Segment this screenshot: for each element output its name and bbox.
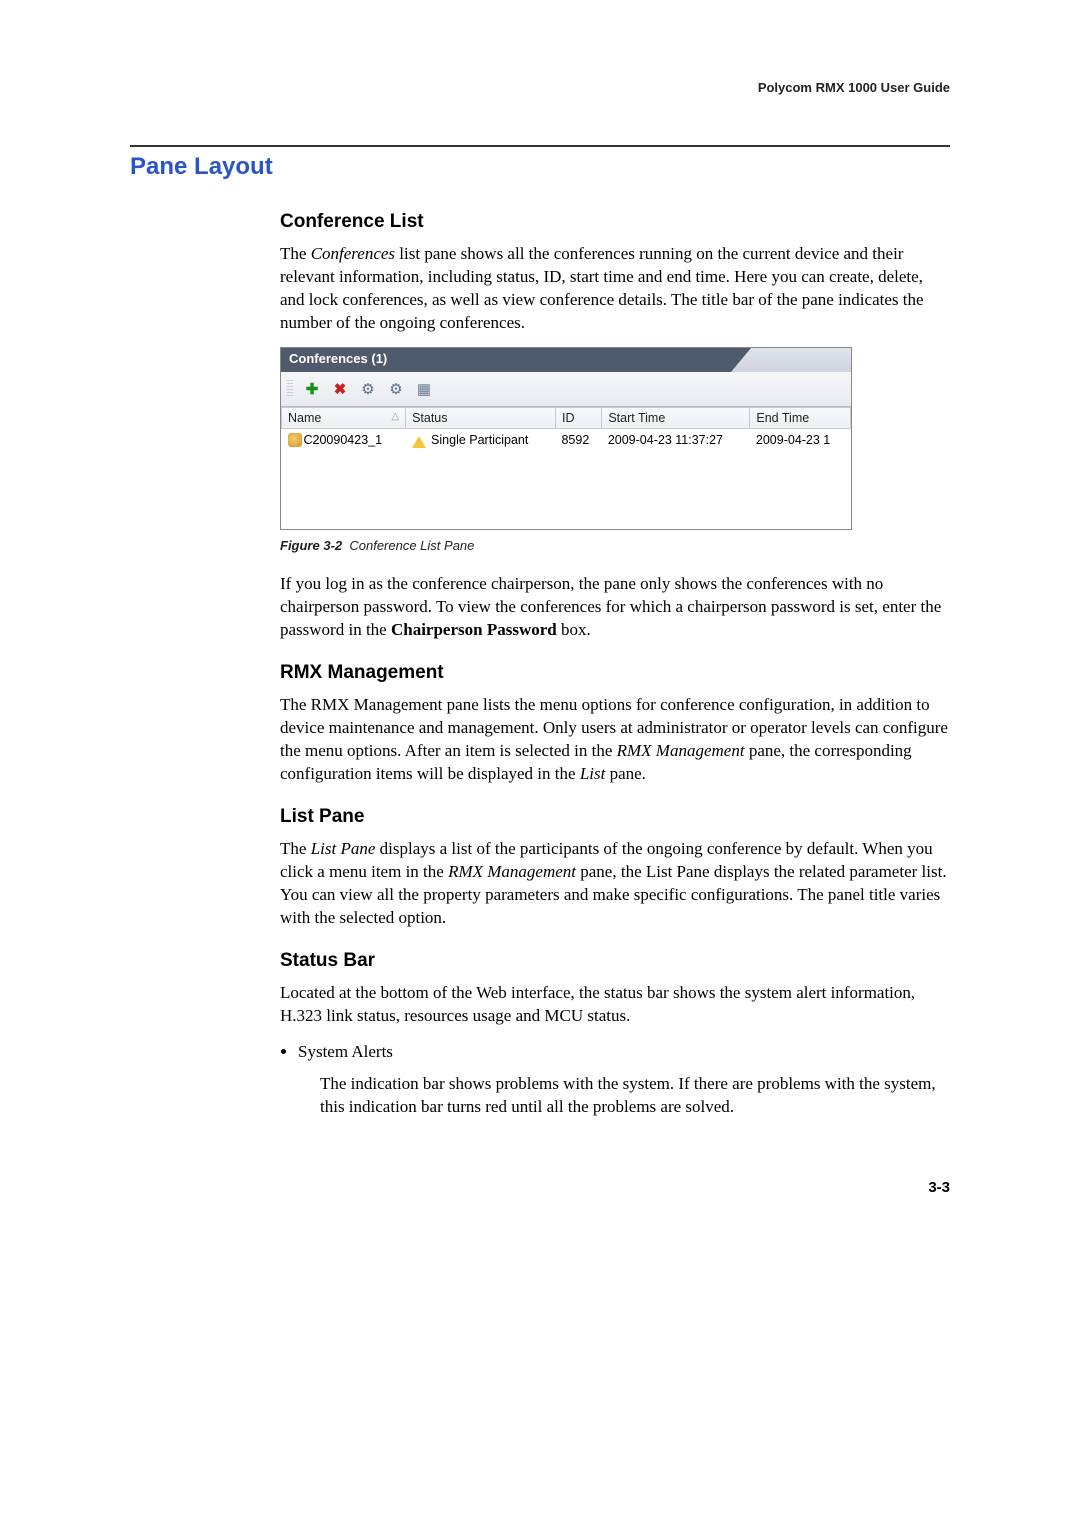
heading-conference-list: Conference List	[280, 211, 950, 233]
page-number: 3-3	[130, 1179, 950, 1196]
warning-icon	[412, 436, 426, 448]
col-name[interactable]: Name△	[282, 407, 406, 428]
para-status-bar: Located at the bottom of the Web interfa…	[280, 982, 950, 1028]
col-end[interactable]: End Time	[750, 407, 851, 428]
conference-pane-titlebar: Conferences (1)	[281, 348, 851, 372]
col-start[interactable]: Start Time	[602, 407, 750, 428]
layout-icon[interactable]: ▦	[415, 380, 433, 398]
toolbar-grip-icon	[287, 380, 293, 398]
para-system-alerts-body: The indication bar shows problems with t…	[320, 1073, 950, 1119]
col-id[interactable]: ID	[555, 407, 601, 428]
conference-pane-title: Conferences (1)	[281, 348, 731, 372]
sort-indicator-icon: △	[391, 411, 399, 422]
header-rule	[130, 145, 950, 147]
cell-start: 2009-04-23 11:37:27	[602, 428, 750, 451]
figure-caption: Figure 3-2 Conference List Pane	[280, 538, 950, 553]
conference-table: Name△ Status ID Start Time End Time C200…	[281, 407, 851, 530]
cell-name: C20090423_1	[304, 433, 383, 447]
heading-rmx-management: RMX Management	[280, 662, 950, 684]
conference-settings2-icon[interactable]: ⚙	[387, 380, 405, 398]
heading-list-pane: List Pane	[280, 806, 950, 828]
table-row[interactable]: C20090423_1 Single Participant 8592 2009…	[282, 428, 851, 451]
conference-settings-icon[interactable]: ⚙	[359, 380, 377, 398]
section-title: Pane Layout	[130, 153, 950, 181]
para-rmx-management: The RMX Management pane lists the menu o…	[280, 694, 950, 786]
table-header-row: Name△ Status ID Start Time End Time	[282, 407, 851, 428]
add-conference-icon[interactable]: ✚	[303, 380, 321, 398]
para-conference-list: The Conferences list pane shows all the …	[280, 243, 950, 335]
col-status[interactable]: Status	[406, 407, 556, 428]
running-header: Polycom RMX 1000 User Guide	[130, 80, 950, 95]
bullet-system-alerts: System Alerts	[298, 1040, 950, 1064]
para-conference-list-2: If you log in as the conference chairper…	[280, 573, 950, 642]
cell-status: Single Participant	[431, 433, 528, 447]
heading-status-bar: Status Bar	[280, 950, 950, 972]
cell-id: 8592	[555, 428, 601, 451]
delete-conference-icon[interactable]: ✖	[331, 380, 349, 398]
conference-icon	[288, 433, 302, 447]
conference-toolbar: ✚ ✖ ⚙ ⚙ ▦	[281, 372, 851, 407]
table-empty-space	[282, 451, 851, 529]
para-list-pane: The List Pane displays a list of the par…	[280, 838, 950, 930]
figure-label: Figure 3-2	[280, 538, 342, 553]
conference-list-pane: Conferences (1) ✚ ✖ ⚙ ⚙ ▦ Name△ Status I…	[280, 347, 852, 531]
figure-text: Conference List Pane	[349, 538, 474, 553]
cell-end: 2009-04-23 1	[750, 428, 851, 451]
